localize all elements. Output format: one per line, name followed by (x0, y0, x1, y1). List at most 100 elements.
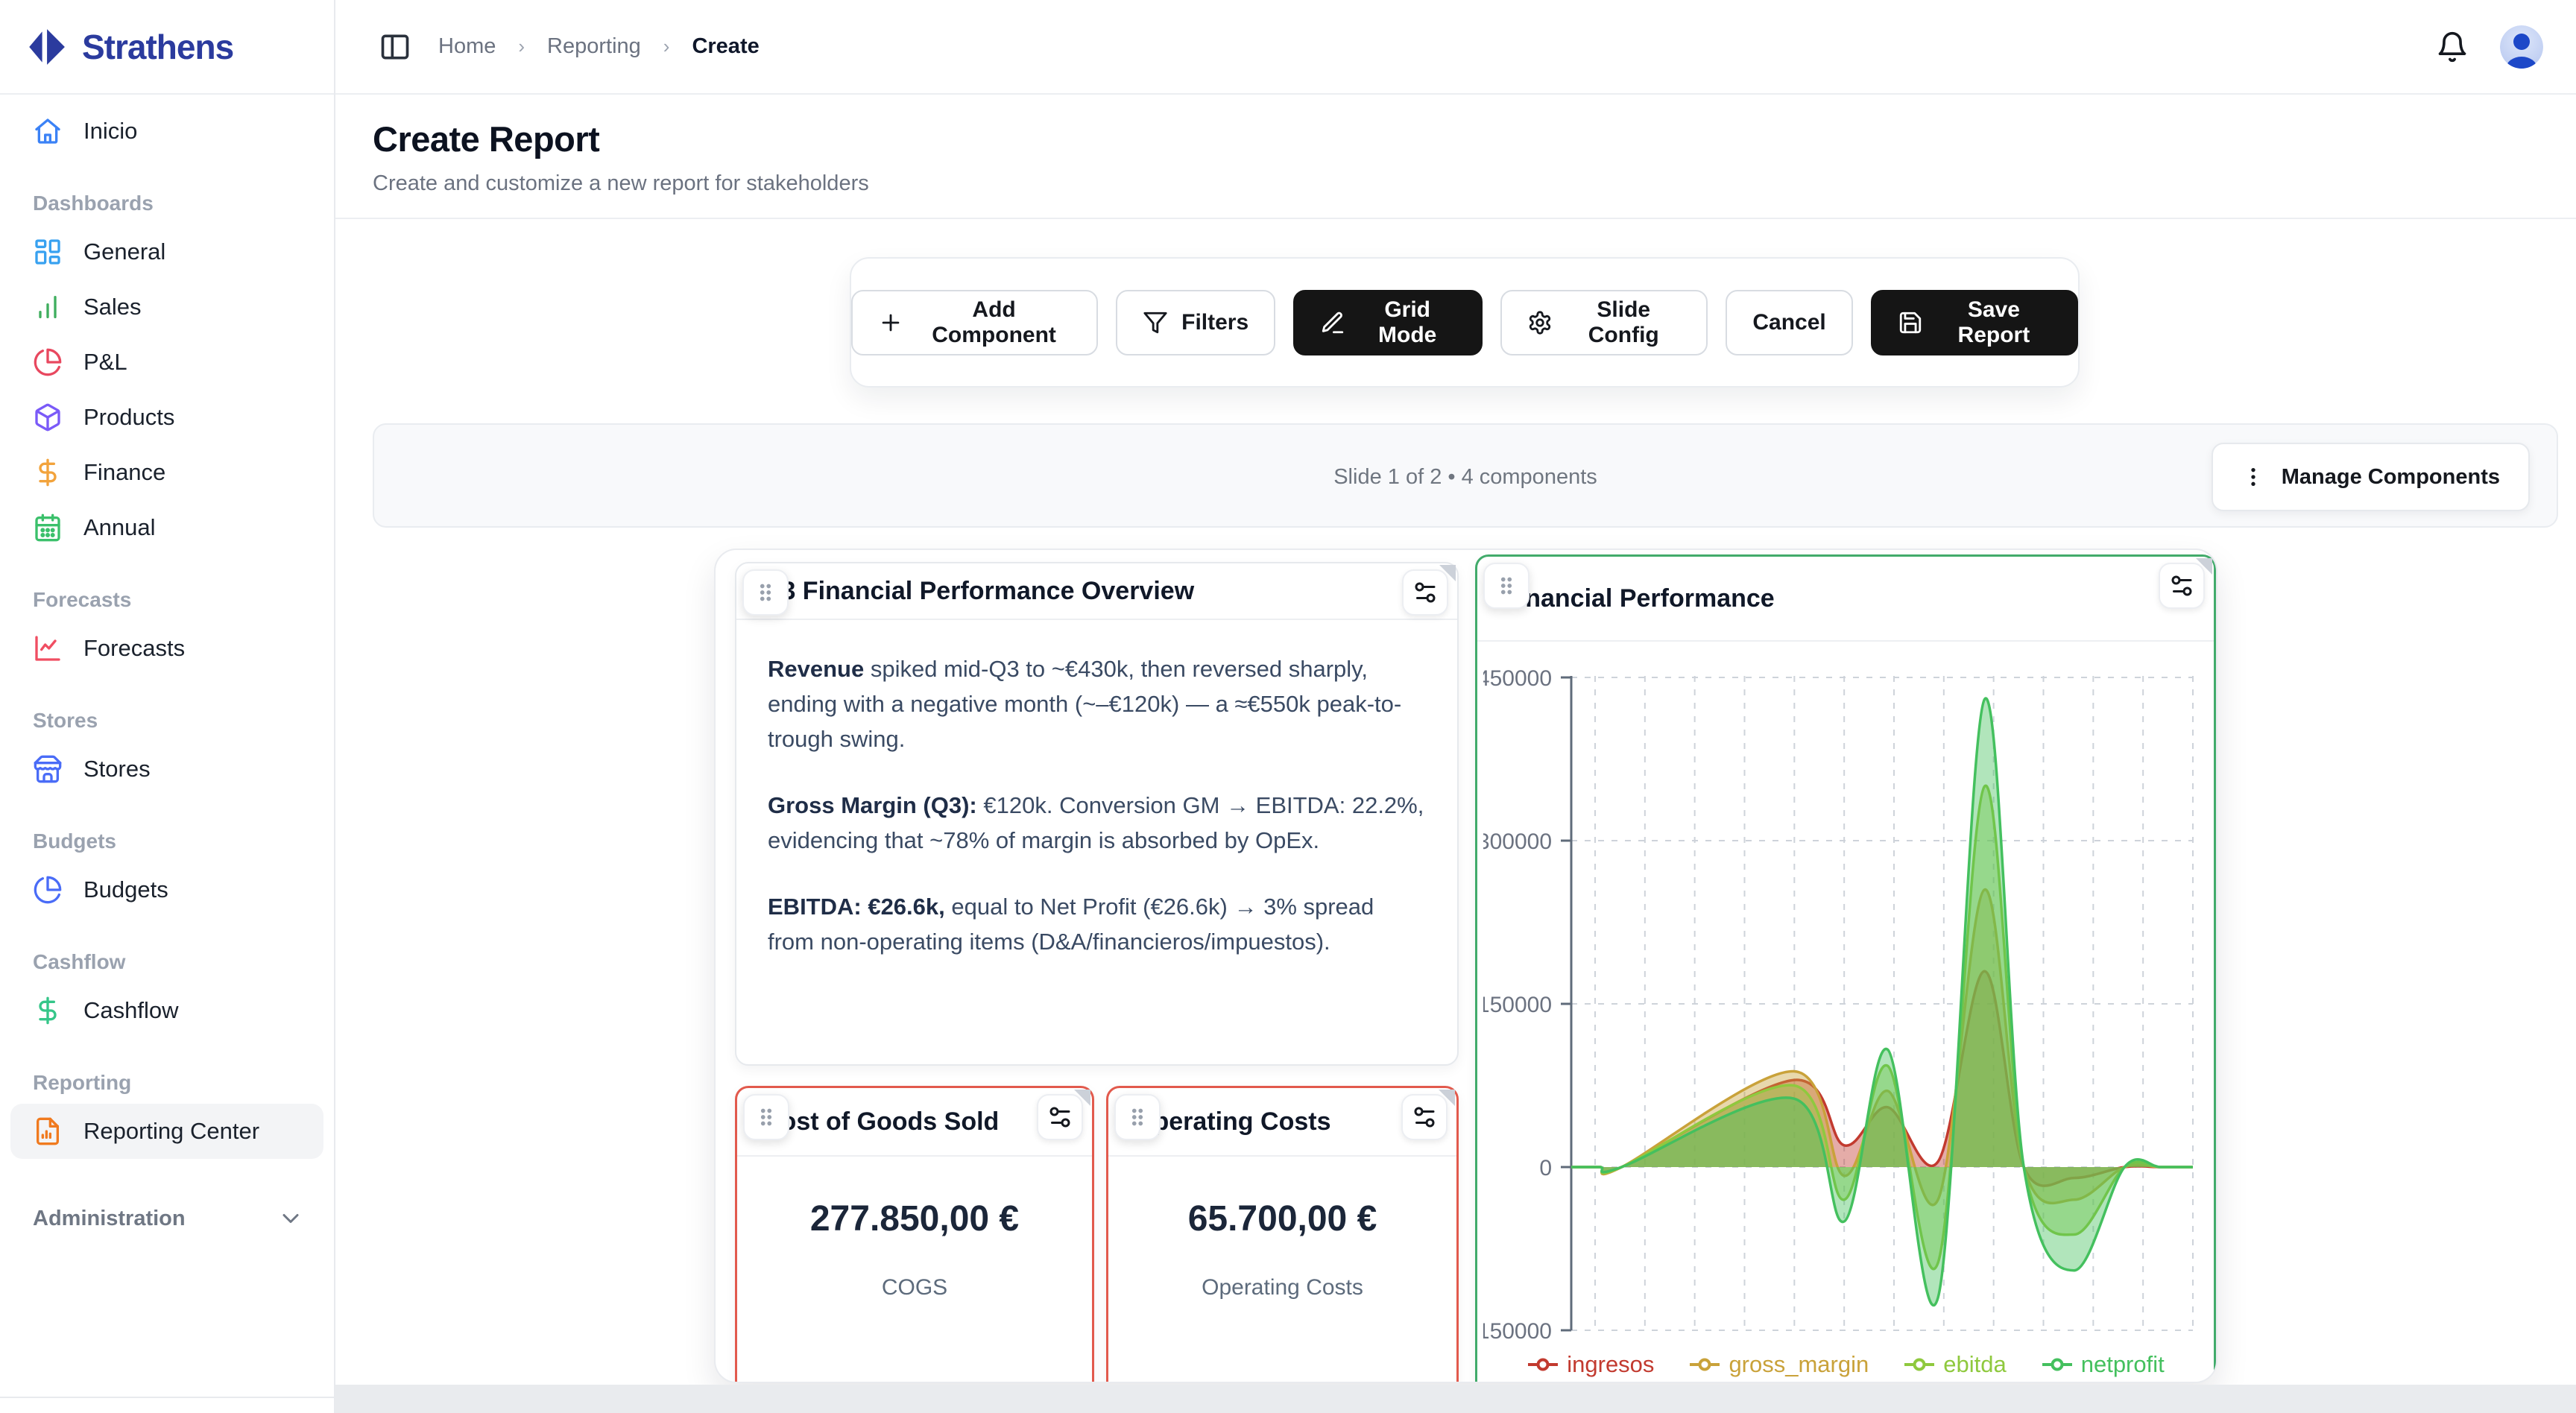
slide-status-bar: Slide 1 of 2 • 4 components Manage Compo… (373, 423, 2558, 528)
component-title: Financial Performance (1503, 584, 1775, 613)
add-component-button[interactable]: Add Component (851, 290, 1098, 355)
plus-icon (878, 310, 903, 335)
report-canvas: Q3 Financial Performance Overview Revenu… (714, 549, 2217, 1383)
component-kpi-cogs[interactable]: Cost of Goods Sold 277.850,00 € COGS (735, 1086, 1094, 1383)
slide-config-label: Slide Config (1566, 297, 1681, 348)
component-text-panel[interactable]: Q3 Financial Performance Overview Revenu… (735, 562, 1459, 1066)
manage-components-label: Manage Components (2282, 465, 2500, 490)
series-area-netprofit (1571, 698, 2193, 1305)
main-area: Home › Reporting › Create Create Report … (335, 0, 2576, 1413)
sidebar-footer-divider (0, 1397, 334, 1398)
sidebar-item-label: Reporting Center (83, 1118, 259, 1145)
sidebar: Strathens Inicio Dashboards General Sale… (0, 0, 335, 1413)
sidebar-item-general[interactable]: General (10, 224, 323, 279)
gear-icon (1527, 310, 1553, 335)
grid-mode-label: Grid Mode (1359, 297, 1456, 348)
sidebar-item-sales[interactable]: Sales (10, 279, 323, 335)
home-icon (33, 116, 63, 146)
sidebar-item-cashflow[interactable]: Cashflow (10, 983, 323, 1038)
component-title: Q3 Financial Performance Overview (762, 577, 1194, 606)
sidebar-section-stores: Stores (33, 709, 323, 733)
cancel-button[interactable]: Cancel (1726, 290, 1852, 355)
line-chart-icon (33, 633, 63, 663)
slide-config-button[interactable]: Slide Config (1500, 290, 1708, 355)
sidebar-section-cashflow: Cashflow (33, 950, 323, 974)
sidebar-item-label: Finance (83, 459, 165, 486)
funnel-icon (1143, 310, 1168, 335)
chart-legend: ingresos gross_margin ebitda netprofit (1477, 1351, 2214, 1378)
axis-tick-label: -150000 (1483, 1319, 1552, 1339)
axis-tick-label: 150000 (1483, 993, 1552, 1017)
breadcrumb-current: Create (692, 34, 759, 59)
text-paragraph: Revenue spiked mid-Q3 to ~€430k, then re… (768, 651, 1426, 756)
text-paragraph: Gross Margin (Q3): €120k. Conversion GM … (768, 788, 1426, 858)
component-kpi-operating-costs[interactable]: Operating Costs 65.700,00 € Operating Co… (1106, 1086, 1459, 1383)
sidebar-item-label: Cashflow (83, 997, 179, 1024)
legend-marker-icon (1903, 1356, 1936, 1374)
component-settings-button[interactable] (1401, 1094, 1448, 1140)
sidebar-item-label: Budgets (83, 876, 168, 903)
grid-mode-button[interactable]: Grid Mode (1293, 290, 1483, 355)
legend-item-ebitda[interactable]: ebitda (1903, 1351, 2006, 1378)
legend-marker-icon (1688, 1356, 1721, 1374)
cancel-label: Cancel (1752, 310, 1825, 335)
component-settings-button[interactable] (2159, 563, 2205, 609)
layout-grid-icon (33, 237, 63, 267)
sidebar-item-label: General (83, 238, 165, 265)
component-settings-button[interactable] (1037, 1094, 1083, 1140)
legend-item-ingresos[interactable]: ingresos (1527, 1351, 1654, 1378)
component-financial-chart[interactable]: Financial Performance 450000300000150000… (1475, 554, 2216, 1383)
sidebar-item-annual[interactable]: Annual (10, 500, 323, 555)
manage-components-button[interactable]: Manage Components (2212, 443, 2530, 511)
sidebar-item-finance[interactable]: Finance (10, 445, 323, 500)
breadcrumb-reporting[interactable]: Reporting (547, 34, 641, 59)
pencil-icon (1320, 310, 1345, 335)
breadcrumb-home[interactable]: Home (438, 34, 496, 59)
kpi-value: 277.850,00 € (737, 1198, 1092, 1239)
sidebar-item-forecasts[interactable]: Forecasts (10, 621, 323, 676)
drag-handle[interactable] (743, 1094, 789, 1140)
sidebar-item-reporting-center[interactable]: Reporting Center (10, 1104, 323, 1159)
cube-icon (33, 402, 63, 432)
component-title: Cost of Goods Sold (763, 1107, 999, 1137)
calendar-icon (33, 513, 63, 543)
text-paragraph: EBITDA: €26.6k, equal to Net Profit (€26… (768, 889, 1426, 959)
sidebar-item-label: Forecasts (83, 635, 185, 662)
sidebar-item-label: Products (83, 404, 174, 431)
sidebar-item-products[interactable]: Products (10, 390, 323, 445)
component-title: Operating Costs (1134, 1107, 1330, 1137)
drag-handle[interactable] (742, 569, 789, 616)
chevron-down-icon (277, 1205, 304, 1232)
sidebar-item-label: Inicio (83, 118, 137, 145)
component-header: Financial Performance (1477, 557, 2214, 642)
notifications-button[interactable] (2436, 31, 2469, 63)
drag-handle[interactable] (1483, 563, 1530, 609)
sidebar-section-reporting: Reporting (33, 1071, 323, 1095)
page-title: Create Report (373, 118, 2576, 159)
sidebar-section-administration[interactable]: Administration (10, 1195, 323, 1242)
page-header: Create Report Create and customize a new… (335, 95, 2576, 219)
filters-button[interactable]: Filters (1116, 290, 1275, 355)
text-panel-body: Revenue spiked mid-Q3 to ~€430k, then re… (736, 620, 1457, 959)
legend-label: netprofit (2081, 1351, 2165, 1378)
sidebar-item-pl[interactable]: P&L (10, 335, 323, 390)
component-settings-button[interactable] (1402, 569, 1448, 616)
sidebar-toggle-button[interactable] (379, 31, 411, 63)
kpi-label: Operating Costs (1108, 1275, 1456, 1300)
user-avatar[interactable] (2500, 25, 2543, 69)
sidebar-item-budgets[interactable]: Budgets (10, 862, 323, 917)
sidebar-item-inicio[interactable]: Inicio (10, 104, 323, 159)
save-report-button[interactable]: Save Report (1871, 290, 2078, 355)
legend-label: ingresos (1567, 1351, 1654, 1378)
brand-diamond-icon (27, 28, 66, 66)
legend-item-netprofit[interactable]: netprofit (2041, 1351, 2165, 1378)
page-subtitle: Create and customize a new report for st… (373, 171, 2576, 196)
axis-tick-label: 0 (1539, 1156, 1552, 1180)
brand-logo[interactable]: Strathens (0, 0, 334, 95)
sidebar-item-label: P&L (83, 349, 127, 376)
drag-handle[interactable] (1114, 1094, 1161, 1140)
sidebar-section-budgets: Budgets (33, 829, 323, 853)
sidebar-item-stores[interactable]: Stores (10, 742, 323, 797)
breadcrumb-separator: › (663, 35, 670, 58)
legend-item-gross_margin[interactable]: gross_margin (1688, 1351, 1869, 1378)
